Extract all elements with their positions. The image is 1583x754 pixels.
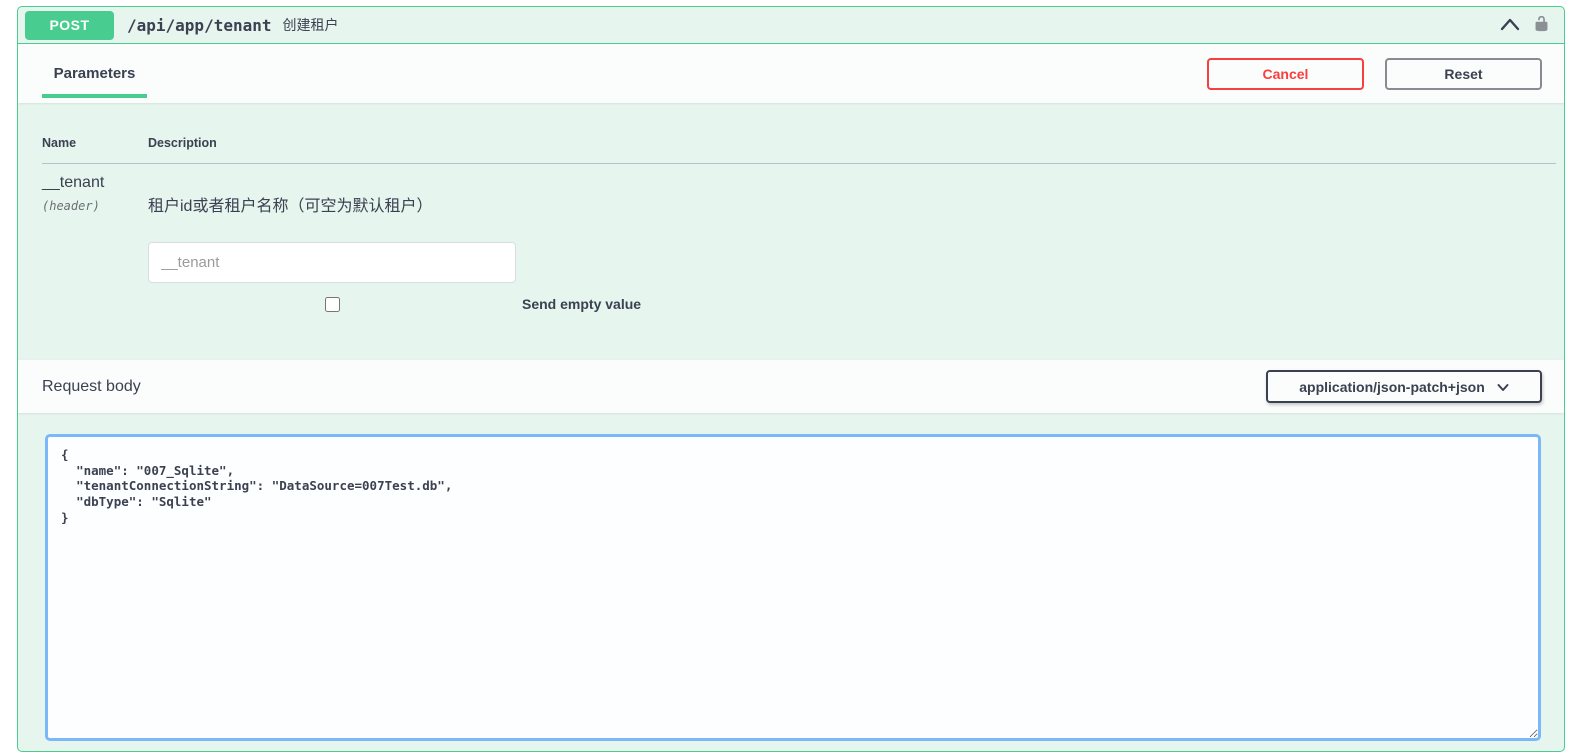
- parameters-section: Name Description __tenant (header) 租户id或…: [18, 103, 1564, 359]
- endpoint-summary-bar[interactable]: POST /api/app/tenant 创建租户: [18, 7, 1564, 44]
- chevron-down-icon: [1497, 379, 1509, 395]
- cancel-button[interactable]: Cancel: [1207, 58, 1364, 90]
- param-description-cell: 租户id或者租户名称（可空为默认租户） Send empty value: [148, 164, 1556, 312]
- request-body-section: { "name": "007_Sqlite", "tenantConnectio…: [18, 413, 1564, 741]
- lock-open-icon: [1533, 14, 1550, 36]
- content-type-select[interactable]: application/json-patch+json: [1266, 370, 1542, 403]
- request-body-bar: Request body application/json-patch+json: [18, 359, 1564, 413]
- collapse-button[interactable]: [1499, 16, 1521, 35]
- param-location: (header): [42, 199, 148, 213]
- send-empty-row: Send empty value: [148, 296, 1556, 312]
- send-empty-checkbox[interactable]: [325, 297, 340, 312]
- request-body-label: Request body: [42, 378, 141, 396]
- tab-active-underline: [42, 94, 147, 98]
- endpoint-panel: POST /api/app/tenant 创建租户 Parameters Can…: [17, 6, 1565, 752]
- send-empty-label: Send empty value: [522, 296, 641, 312]
- reset-button[interactable]: Reset: [1385, 58, 1542, 90]
- table-row: __tenant (header): [42, 164, 148, 312]
- authorize-button[interactable]: [1533, 14, 1550, 36]
- description-column-header: Description: [148, 136, 1556, 163]
- endpoint-description: 创建租户: [283, 15, 339, 35]
- chevron-up-icon: [1499, 16, 1521, 35]
- endpoint-path: /api/app/tenant: [127, 16, 272, 35]
- method-badge: POST: [25, 11, 114, 40]
- tab-parameters-label: Parameters: [42, 65, 147, 82]
- name-column-header: Name: [42, 136, 148, 163]
- param-value-input[interactable]: [148, 242, 516, 283]
- param-description: 租户id或者租户名称（可空为默认租户）: [148, 192, 1556, 216]
- param-name: __tenant: [42, 174, 104, 191]
- tab-parameters[interactable]: Parameters: [33, 44, 156, 103]
- request-body-textarea[interactable]: { "name": "007_Sqlite", "tenantConnectio…: [45, 434, 1541, 741]
- tab-bar: Parameters Cancel Reset: [18, 44, 1564, 103]
- content-type-value: application/json-patch+json: [1299, 379, 1485, 395]
